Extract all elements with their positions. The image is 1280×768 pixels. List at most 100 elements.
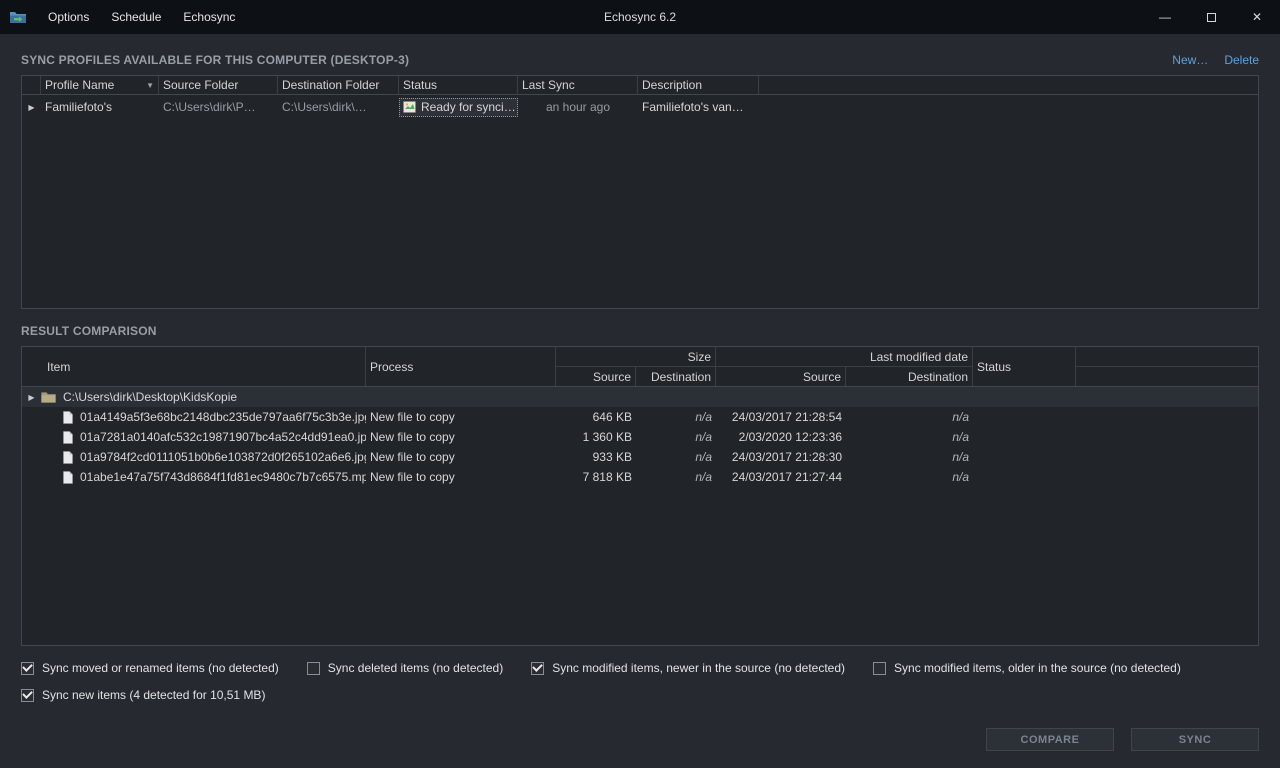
checkbox[interactable] xyxy=(873,662,886,675)
profiles-table-header: Profile Name ▼ Source Folder Destination… xyxy=(22,76,1258,95)
folder-path: C:\Users\dirk\Desktop\KidsKopie xyxy=(63,390,237,404)
menu-echosync[interactable]: Echosync xyxy=(172,0,246,34)
option-label: Sync deleted items (no detected) xyxy=(328,661,503,675)
menu-options[interactable]: Options xyxy=(37,0,100,34)
row-expand-icon[interactable]: ▶ xyxy=(22,103,41,112)
column-source-folder[interactable]: Source Folder xyxy=(159,76,278,94)
process-value: New file to copy xyxy=(366,430,556,444)
source-folder-value: C:\Users\dirk\P… xyxy=(159,100,278,114)
column-destination-folder[interactable]: Destination Folder xyxy=(278,76,399,94)
column-status[interactable]: Status xyxy=(973,347,1076,386)
lm-source-value: 2/03/2020 12:23:36 xyxy=(716,430,846,444)
file-icon xyxy=(63,451,73,464)
file-name: 01a9784f2cd0111051b0b6e103872d0f265102a6… xyxy=(80,450,366,464)
size-destination-value: n/a xyxy=(636,430,716,444)
comparison-table: Item Process Size Last modified date Sta… xyxy=(21,346,1259,646)
maximize-icon[interactable] xyxy=(1188,0,1234,34)
lm-destination-value: n/a xyxy=(846,410,973,424)
sync-button[interactable]: SYNC xyxy=(1131,728,1259,751)
process-value: New file to copy xyxy=(366,410,556,424)
option-label: Sync new items (4 detected for 10,51 MB) xyxy=(42,688,265,702)
status-value: Ready for synci… xyxy=(421,100,516,114)
file-icon xyxy=(63,411,73,424)
column-last-sync[interactable]: Last Sync xyxy=(518,76,638,94)
last-sync-value: an hour ago xyxy=(518,100,638,114)
delete-profile-link[interactable]: Delete xyxy=(1224,53,1259,67)
option-label: Sync modified items, newer in the source… xyxy=(552,661,845,675)
filter-dropdown-icon[interactable]: ▼ xyxy=(142,81,154,90)
window-controls: — ✕ xyxy=(1142,0,1280,34)
profiles-section-title: SYNC PROFILES AVAILABLE FOR THIS COMPUTE… xyxy=(21,53,409,67)
column-profile-name[interactable]: Profile Name ▼ xyxy=(41,76,159,94)
menubar: Options Schedule Echosync xyxy=(37,0,246,34)
option-sync-modified-newer[interactable]: Sync modified items, newer in the source… xyxy=(531,661,845,675)
size-destination-value: n/a xyxy=(636,470,716,484)
table-row[interactable]: 01a4149a5f3e68bc2148dbc235de797aa6f75c3b… xyxy=(22,407,1258,427)
column-profile-name-label: Profile Name xyxy=(45,78,114,92)
checkbox[interactable] xyxy=(531,662,544,675)
option-sync-moved[interactable]: Sync moved or renamed items (no detected… xyxy=(21,661,279,675)
column-size-destination[interactable]: Destination xyxy=(636,367,716,386)
option-sync-modified-older[interactable]: Sync modified items, older in the source… xyxy=(873,661,1181,675)
file-name: 01abe1e47a75f743d8684f1fd81ec9480c7b7c65… xyxy=(80,470,366,484)
profile-row[interactable]: ▶ Familiefoto's C:\Users\dirk\P… C:\User… xyxy=(22,97,1258,117)
column-filler-top xyxy=(1076,347,1258,367)
column-status[interactable]: Status xyxy=(399,76,518,94)
size-source-value: 646 KB xyxy=(556,410,636,424)
column-filler-bottom xyxy=(1076,367,1258,386)
size-source-value: 7 818 KB xyxy=(556,470,636,484)
option-sync-new-items[interactable]: Sync new items (4 detected for 10,51 MB) xyxy=(21,688,265,702)
column-process[interactable]: Process xyxy=(366,347,556,386)
lm-destination-value: n/a xyxy=(846,470,973,484)
compare-button[interactable]: COMPARE xyxy=(986,728,1114,751)
table-row[interactable]: 01abe1e47a75f743d8684f1fd81ec9480c7b7c65… xyxy=(22,467,1258,487)
new-profile-link[interactable]: New… xyxy=(1172,53,1208,67)
checkbox[interactable] xyxy=(21,689,34,702)
action-buttons: COMPARE SYNC xyxy=(986,728,1259,751)
sync-status-icon xyxy=(403,101,416,113)
column-description[interactable]: Description xyxy=(638,76,759,94)
column-size-group[interactable]: Size xyxy=(556,347,716,367)
folder-row[interactable]: ▶ C:\Users\dirk\Desktop\KidsKopie xyxy=(22,387,1258,407)
profile-name-value: Familiefoto's xyxy=(41,100,159,114)
profiles-table: Profile Name ▼ Source Folder Destination… xyxy=(21,75,1259,309)
titlebar: Options Schedule Echosync Echosync 6.2 —… xyxy=(0,0,1280,34)
folder-icon xyxy=(41,391,56,403)
menu-schedule[interactable]: Schedule xyxy=(100,0,172,34)
comparison-section-title: RESULT COMPARISON xyxy=(21,324,1259,338)
size-source-value: 933 KB xyxy=(556,450,636,464)
size-destination-value: n/a xyxy=(636,410,716,424)
header-spacer xyxy=(22,76,41,94)
table-row[interactable]: 01a7281a0140afc532c19871907bc4a52c4dd91e… xyxy=(22,427,1258,447)
column-lm-source[interactable]: Source xyxy=(716,367,846,386)
option-sync-deleted[interactable]: Sync deleted items (no detected) xyxy=(307,661,503,675)
table-row[interactable]: 01a9784f2cd0111051b0b6e103872d0f265102a6… xyxy=(22,447,1258,467)
folder-expand-icon[interactable]: ▶ xyxy=(22,393,41,402)
lm-destination-value: n/a xyxy=(846,430,973,444)
close-icon[interactable]: ✕ xyxy=(1234,0,1280,34)
process-value: New file to copy xyxy=(366,470,556,484)
file-icon xyxy=(63,431,73,444)
status-cell[interactable]: Ready for synci… xyxy=(399,98,518,117)
lm-destination-value: n/a xyxy=(846,450,973,464)
column-filler xyxy=(759,76,1258,94)
file-icon xyxy=(63,471,73,484)
comparison-table-header: Item Process Size Last modified date Sta… xyxy=(22,347,1258,387)
column-item[interactable]: Item xyxy=(22,347,366,386)
description-value: Familiefoto's van… xyxy=(638,100,759,114)
checkbox[interactable] xyxy=(21,662,34,675)
lm-source-value: 24/03/2017 21:28:30 xyxy=(716,450,846,464)
column-lm-destination[interactable]: Destination xyxy=(846,367,973,386)
option-label: Sync modified items, older in the source… xyxy=(894,661,1181,675)
column-size-source[interactable]: Source xyxy=(556,367,636,386)
file-name: 01a4149a5f3e68bc2148dbc235de797aa6f75c3b… xyxy=(80,410,366,424)
checkbox[interactable] xyxy=(307,662,320,675)
lm-source-value: 24/03/2017 21:28:54 xyxy=(716,410,846,424)
option-label: Sync moved or renamed items (no detected… xyxy=(42,661,279,675)
column-last-modified-group[interactable]: Last modified date xyxy=(716,347,973,367)
size-source-value: 1 360 KB xyxy=(556,430,636,444)
sync-options: Sync moved or renamed items (no detected… xyxy=(21,658,1259,705)
destination-folder-value: C:\Users\dirk\… xyxy=(278,100,399,114)
app-icon xyxy=(9,9,27,25)
minimize-icon[interactable]: — xyxy=(1142,0,1188,34)
